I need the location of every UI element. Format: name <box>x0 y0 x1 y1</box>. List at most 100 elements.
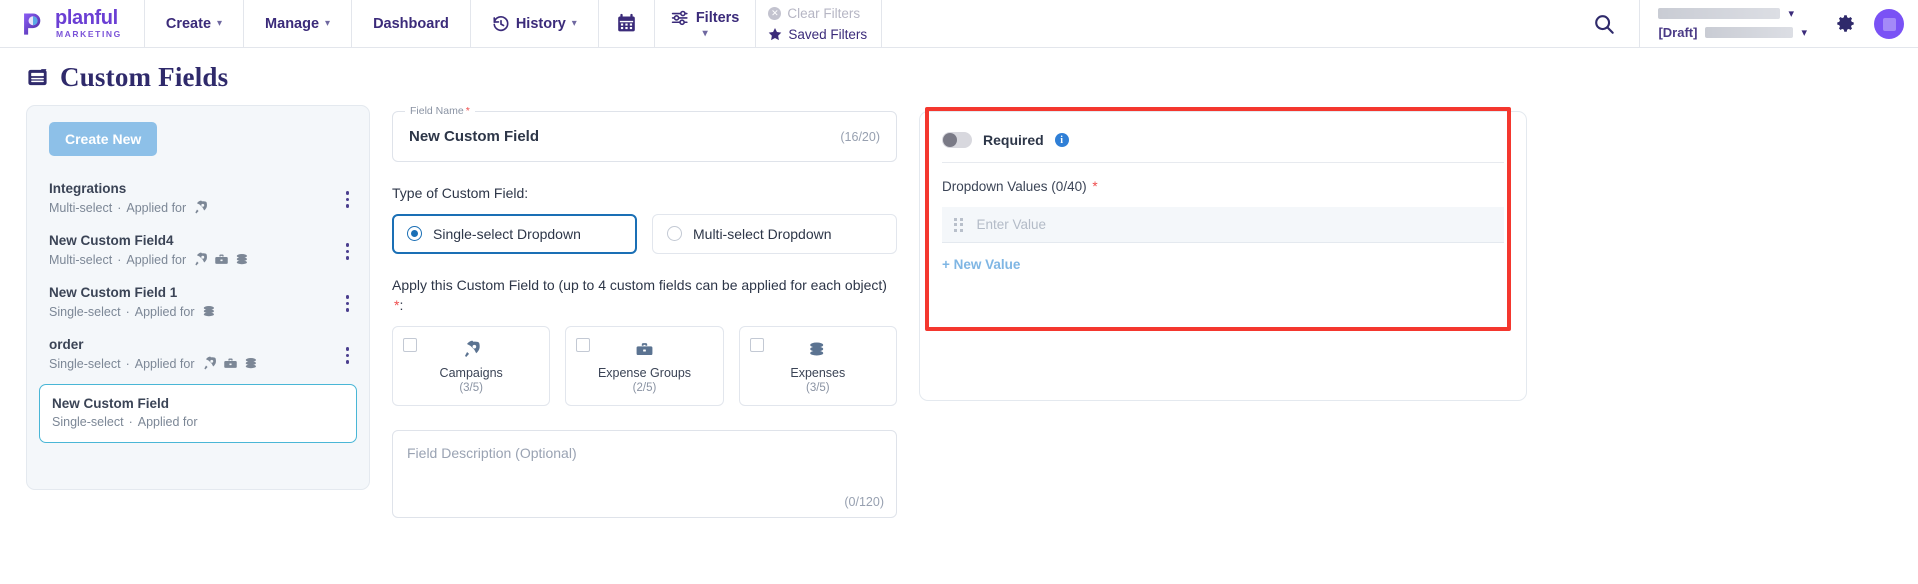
field-name-legend-text: Field Name <box>410 105 464 117</box>
list-item-content: New Custom Field4 Multi-select · Applied… <box>49 233 340 267</box>
custom-field-form: Field Name * New Custom Field (16/20) Typ… <box>392 105 897 518</box>
rocket-icon <box>203 356 216 370</box>
brand-logo-area[interactable]: planful MARKETING <box>0 0 145 47</box>
page-content: Create New Integrations Multi-select · A… <box>0 105 1918 518</box>
object-count-campaigns: (3/5) <box>459 381 483 394</box>
list-item-type: Single-select <box>49 304 121 319</box>
nav-item-create[interactable]: Create ▾ <box>145 0 245 47</box>
draft-version-selector[interactable]: [Draft] ▾ <box>1658 25 1807 40</box>
create-new-button[interactable]: Create New <box>49 122 158 156</box>
radio-button-icon <box>407 226 422 242</box>
rocket-icon <box>195 200 208 214</box>
nav-item-manage[interactable]: Manage ▾ <box>244 0 353 47</box>
page-title: Custom Fields <box>60 62 229 92</box>
list-item-new-custom-field4[interactable]: New Custom Field4 Multi-select · Applied… <box>27 224 369 276</box>
nav-item-manage-label: Manage <box>265 15 320 32</box>
dropdown-value-input-row[interactable]: Enter Value <box>942 207 1504 243</box>
field-description-counter: (0/120) <box>844 494 884 509</box>
list-item-applied-label: Applied for <box>126 252 187 267</box>
meta-separator: · <box>125 356 130 371</box>
required-toggle[interactable] <box>942 132 972 148</box>
nav-item-dashboard[interactable]: Dashboard <box>352 0 471 47</box>
object-card-campaigns[interactable]: Campaigns (3/5) <box>392 325 551 406</box>
search-button[interactable] <box>1569 0 1639 47</box>
field-name-input[interactable]: Field Name * New Custom Field (16/20) <box>392 105 897 162</box>
clear-filters-button[interactable]: ✕ Clear Filters <box>768 6 867 21</box>
brand-name: planful <box>55 7 118 30</box>
list-item-new-custom-field-1[interactable]: New Custom Field 1 Single-select · Appli… <box>27 276 369 328</box>
kebab-menu-icon[interactable] <box>340 185 356 214</box>
expenses-checkbox[interactable] <box>749 337 764 352</box>
apply-to-colon: : <box>399 296 404 313</box>
field-description-textarea[interactable]: Field Description (Optional) (0/120) <box>392 429 897 518</box>
chevron-down-icon: ▾ <box>217 18 223 29</box>
header-selectors: ▾ [Draft] ▾ <box>1639 0 1821 47</box>
settings-button[interactable] <box>1821 0 1870 47</box>
radio-single-select-dropdown[interactable]: Single-select Dropdown <box>392 213 637 254</box>
add-new-value-link[interactable]: + New Value <box>942 257 1020 272</box>
list-item-meta: Multi-select · Applied for <box>49 252 340 267</box>
radio-button-icon <box>667 226 682 242</box>
nav-item-calendar[interactable] <box>599 0 655 47</box>
object-card-expense-groups[interactable]: Expense Groups (2/5) <box>565 325 724 406</box>
expense-groups-checkbox[interactable] <box>576 337 591 352</box>
list-item-type: Single-select <box>49 356 121 371</box>
dropdown-values-label: Dropdown Values (0/40) * <box>942 179 1504 194</box>
list-item-order[interactable]: order Single-select · Applied for <box>27 328 369 380</box>
radio-multi-select-dropdown[interactable]: Multi-select Dropdown <box>652 213 897 254</box>
object-name-expense-groups: Expense Groups <box>597 365 692 380</box>
user-avatar[interactable] <box>1874 9 1904 39</box>
drag-handle-icon[interactable] <box>954 217 963 232</box>
chevron-down-icon: ▾ <box>1801 27 1807 39</box>
nav-item-history[interactable]: History ▾ <box>471 0 599 47</box>
campaigns-checkbox[interactable] <box>403 337 417 352</box>
list-item-type: Multi-select <box>49 200 113 215</box>
scenario-selector[interactable]: ▾ <box>1658 7 1807 20</box>
kebab-menu-icon[interactable] <box>340 237 356 266</box>
kebab-menu-icon[interactable] <box>340 341 356 370</box>
dropdown-value-placeholder: Enter Value <box>976 217 1047 232</box>
coins-icon <box>245 358 256 369</box>
meta-separator: · <box>117 200 122 215</box>
briefcase-icon <box>215 254 228 264</box>
nav-item-filters[interactable]: Filters ▾ <box>655 0 757 47</box>
list-item-content: New Custom Field 1 Single-select · Appli… <box>49 285 340 319</box>
field-name-label: Field Name * <box>405 105 475 117</box>
radio-multi-select-label: Multi-select Dropdown <box>693 225 832 242</box>
rocket-icon <box>195 252 208 266</box>
star-icon <box>769 28 782 41</box>
planful-logo-icon <box>24 12 41 35</box>
close-circle-icon: ✕ <box>768 6 782 20</box>
list-item-content: Integrations Multi-select · Applied for <box>49 181 340 215</box>
list-item-integrations[interactable]: Integrations Multi-select · Applied for <box>27 172 369 224</box>
brand-subtitle: MARKETING <box>56 29 122 40</box>
expense-groups-icon-wrap <box>576 339 712 361</box>
applied-object-icons <box>202 356 259 371</box>
saved-filters-button[interactable]: Saved Filters <box>768 27 867 42</box>
nav-item-history-label: History <box>515 15 566 32</box>
list-item-new-custom-field-selected[interactable]: New Custom Field Single-select · Applied… <box>39 384 357 443</box>
avatar-glyph <box>1882 17 1896 31</box>
nav-item-dashboard-label: Dashboard <box>373 15 449 32</box>
panel-divider <box>942 162 1504 163</box>
type-of-custom-field-label: Type of Custom Field: <box>392 185 529 201</box>
list-item-meta: Multi-select · Applied for <box>49 200 340 215</box>
meta-separator: · <box>117 252 122 267</box>
kebab-menu-icon[interactable] <box>340 289 356 318</box>
search-icon <box>1595 14 1615 34</box>
chevron-down-icon: ▾ <box>325 18 331 29</box>
toggle-knob <box>943 133 957 147</box>
list-item-content: order Single-select · Applied for <box>49 337 340 371</box>
chevron-down-icon: ▾ <box>702 28 708 39</box>
list-item-applied-label: Applied for <box>137 415 198 429</box>
applied-object-icons <box>202 304 217 319</box>
expenses-icon-wrap <box>750 339 886 361</box>
list-item-name: New Custom Field4 <box>49 233 174 248</box>
campaigns-icon-wrap <box>403 339 539 361</box>
list-item-type: Single-select <box>52 415 124 429</box>
history-icon <box>493 15 509 31</box>
nav-item-create-label: Create <box>165 15 212 32</box>
info-icon[interactable]: i <box>1054 133 1069 147</box>
list-item-meta: Single-select · Applied for <box>49 304 340 319</box>
object-card-expenses[interactable]: Expenses (3/5) <box>738 325 897 406</box>
